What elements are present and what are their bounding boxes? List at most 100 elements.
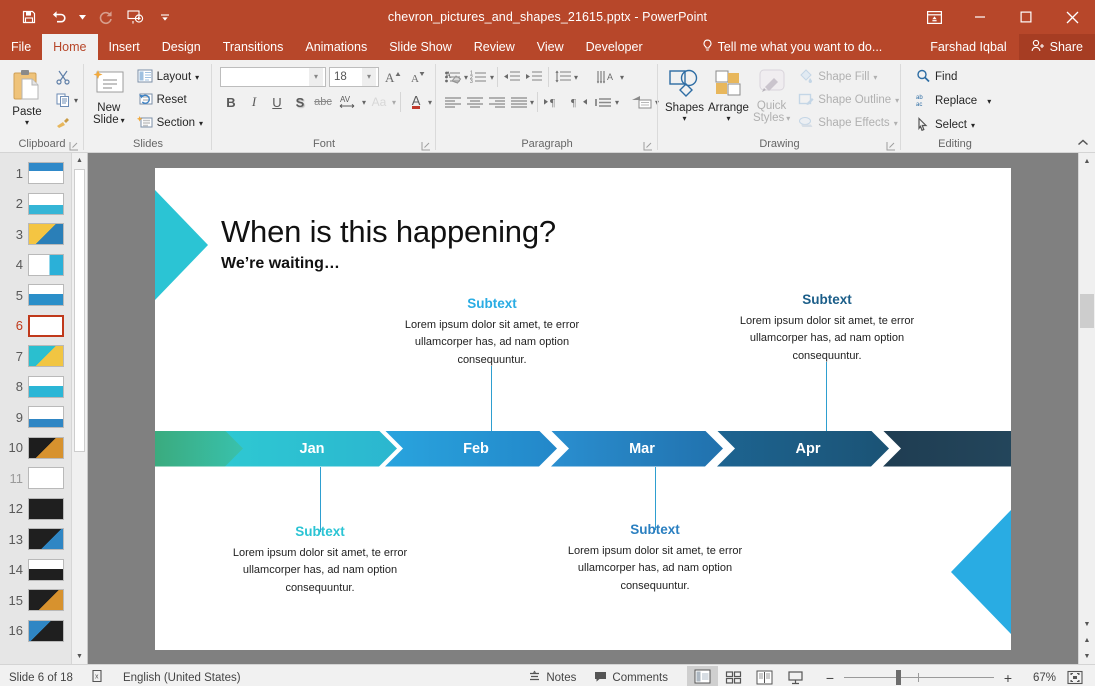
- restore-icon[interactable]: [1003, 0, 1049, 34]
- strikethrough-button[interactable]: abc: [312, 91, 334, 113]
- timeline-chevron-feb[interactable]: Feb: [385, 431, 557, 467]
- layout-caret-icon[interactable]: ▾: [195, 74, 199, 81]
- account-name[interactable]: Farshad Iqbal: [918, 34, 1018, 60]
- previous-slide-icon[interactable]: ▲: [1079, 632, 1095, 648]
- zoom-slider[interactable]: [844, 670, 994, 686]
- numbering-caret-icon[interactable]: ▾: [490, 74, 494, 81]
- customize-qat-icon[interactable]: [150, 4, 180, 30]
- justify-caret-icon[interactable]: ▾: [530, 99, 534, 106]
- shape-outline-button[interactable]: Shape Outline ▾: [793, 89, 904, 111]
- font-size-dropdown-icon[interactable]: ▾: [362, 68, 376, 86]
- font-name-field[interactable]: ▾: [220, 67, 326, 87]
- tab-view[interactable]: View: [526, 34, 575, 60]
- comments-button[interactable]: Comments: [585, 665, 677, 686]
- vertical-scrollbar[interactable]: ▲ ▼ ▲ ▼: [1078, 153, 1095, 664]
- increase-font-size-button[interactable]: A: [382, 66, 404, 88]
- text-direction-caret-icon[interactable]: ▾: [620, 74, 624, 81]
- drawing-dialog-launcher[interactable]: [886, 140, 898, 152]
- tab-transitions[interactable]: Transitions: [212, 34, 295, 60]
- subtext-block-jan[interactable]: Subtext Lorem ipsum dolor sit amet, te e…: [211, 524, 429, 598]
- quick-styles-button[interactable]: Quick Styles ▾: [752, 64, 791, 125]
- subtext-block-apr[interactable]: Subtext Lorem ipsum dolor sit amet, te e…: [718, 292, 936, 366]
- view-slide-sorter-button[interactable]: [718, 666, 749, 686]
- paragraph-dialog-launcher[interactable]: [643, 140, 655, 152]
- subtext-block-mar[interactable]: Subtext Lorem ipsum dolor sit amet, te e…: [546, 522, 764, 596]
- timeline-chevron-jan[interactable]: Jan: [217, 431, 397, 467]
- undo-dropdown-icon[interactable]: [74, 4, 90, 30]
- notes-button[interactable]: Notes: [519, 665, 585, 686]
- quick-styles-caret-icon[interactable]: ▾: [786, 115, 790, 122]
- replace-caret-icon[interactable]: ▾: [987, 98, 991, 105]
- collapse-ribbon-button[interactable]: [1076, 136, 1090, 150]
- shapes-button[interactable]: Shapes ▾: [664, 64, 705, 123]
- scroll-up-icon[interactable]: ▲: [1079, 153, 1095, 169]
- font-size-field[interactable]: 18 ▾: [329, 67, 379, 87]
- align-text-caret-icon[interactable]: ▾: [615, 99, 619, 106]
- zoom-slider-handle[interactable]: [896, 670, 901, 685]
- new-slide-button[interactable]: New Slide ▾: [88, 64, 130, 127]
- center-button[interactable]: [464, 91, 486, 113]
- section-button[interactable]: Section ▾: [132, 112, 208, 134]
- tab-developer[interactable]: Developer: [575, 34, 654, 60]
- bullets-button[interactable]: [442, 66, 464, 88]
- shape-fill-caret-icon[interactable]: ▾: [873, 74, 877, 81]
- view-normal-button[interactable]: [687, 666, 718, 686]
- redo-icon[interactable]: [90, 4, 120, 30]
- underline-button[interactable]: U: [266, 91, 288, 113]
- tab-home[interactable]: Home: [42, 34, 97, 60]
- shape-fill-button[interactable]: Shape Fill ▾: [793, 66, 904, 88]
- undo-icon[interactable]: [44, 4, 74, 30]
- spellcheck-status-button[interactable]: x: [82, 665, 114, 686]
- align-left-button[interactable]: [442, 91, 464, 113]
- scrollbar-thumb[interactable]: [1080, 294, 1094, 328]
- timeline-chevron-apr[interactable]: Apr: [717, 431, 889, 467]
- rtl-direction-button[interactable]: ¶: [567, 91, 593, 113]
- change-case-button[interactable]: Aa: [367, 91, 391, 113]
- select-caret-icon[interactable]: ▾: [971, 122, 975, 129]
- shapes-caret-icon[interactable]: ▾: [683, 115, 687, 122]
- numbering-button[interactable]: 123: [468, 66, 490, 88]
- slide-canvas[interactable]: When is this happening? We’re waiting… S…: [155, 168, 1011, 650]
- thumbnails-scroll-up-icon[interactable]: ▲: [72, 153, 87, 168]
- shape-outline-caret-icon[interactable]: ▾: [895, 97, 899, 104]
- copy-button[interactable]: [52, 89, 74, 111]
- align-text-button[interactable]: [593, 91, 615, 113]
- font-color-button[interactable]: A: [405, 91, 427, 113]
- tell-me-box[interactable]: Tell me what you want to do...: [692, 34, 893, 60]
- justify-button[interactable]: [508, 91, 530, 113]
- clipboard-dialog-launcher[interactable]: [69, 140, 81, 152]
- shape-effects-button[interactable]: Shape Effects ▾: [793, 112, 904, 134]
- font-dialog-launcher[interactable]: [421, 140, 433, 152]
- line-spacing-button[interactable]: [552, 66, 574, 88]
- arrange-button[interactable]: Arrange ▾: [707, 64, 750, 123]
- change-case-caret-icon[interactable]: ▾: [392, 99, 396, 106]
- select-button[interactable]: Select ▾: [911, 114, 980, 136]
- timeline-chevron-0[interactable]: [155, 431, 243, 467]
- minimize-icon[interactable]: [957, 0, 1003, 34]
- italic-button[interactable]: I: [243, 91, 265, 113]
- share-button[interactable]: Share: [1019, 34, 1095, 60]
- start-slideshow-icon[interactable]: [120, 4, 150, 30]
- zoom-out-button[interactable]: −: [823, 671, 837, 685]
- decrease-font-size-button[interactable]: A: [407, 66, 429, 88]
- close-icon[interactable]: [1049, 0, 1095, 34]
- tab-insert[interactable]: Insert: [98, 34, 151, 60]
- tab-animations[interactable]: Animations: [294, 34, 378, 60]
- text-direction-button[interactable]: A: [594, 66, 620, 88]
- format-painter-button[interactable]: [52, 112, 74, 134]
- scrollbar-track[interactable]: [1079, 169, 1095, 616]
- align-right-button[interactable]: [486, 91, 508, 113]
- layout-button[interactable]: Layout ▾: [132, 66, 208, 88]
- tab-file[interactable]: File: [0, 34, 42, 60]
- line-spacing-caret-icon[interactable]: ▾: [574, 74, 578, 81]
- copy-caret-icon[interactable]: ▾: [74, 97, 78, 104]
- new-slide-caret-icon[interactable]: ▾: [121, 117, 125, 124]
- subtext-block-feb[interactable]: Subtext Lorem ipsum dolor sit amet, te e…: [383, 296, 601, 370]
- cut-button[interactable]: [52, 66, 74, 88]
- thumbnails-scrollbar-thumb[interactable]: [74, 169, 85, 452]
- tab-slide-show[interactable]: Slide Show: [378, 34, 463, 60]
- character-spacing-caret-icon[interactable]: ▾: [362, 99, 366, 106]
- font-color-caret-icon[interactable]: ▾: [428, 99, 432, 106]
- bold-button[interactable]: B: [220, 91, 242, 113]
- thumbnails-scroll-down-icon[interactable]: ▼: [72, 649, 87, 664]
